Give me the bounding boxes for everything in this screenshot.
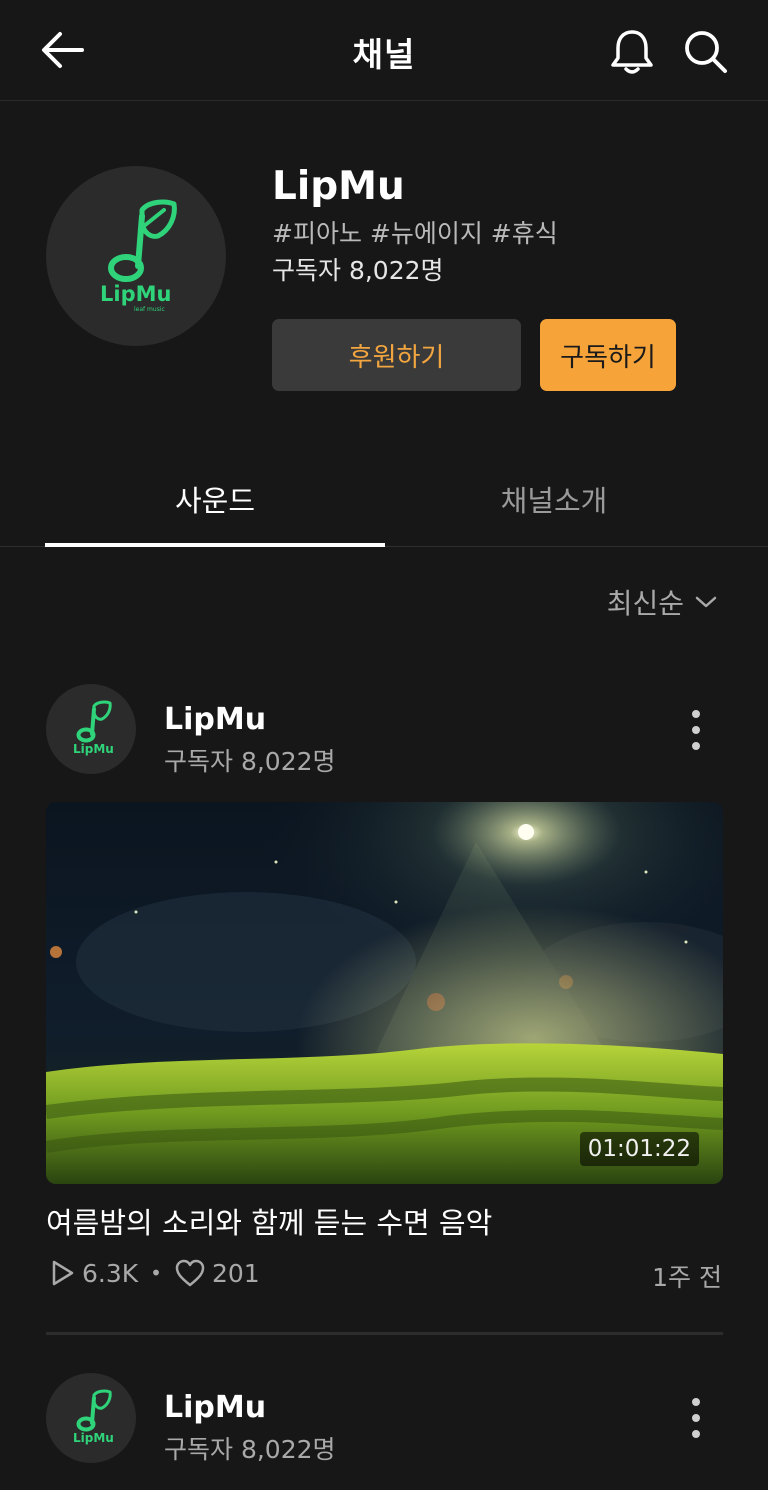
leaf-music-logo-icon: LipMu leaf music <box>100 199 177 313</box>
separator-dot: • <box>150 1261 162 1285</box>
channel-name: LipMu <box>272 164 405 209</box>
post-time: 1주 전 <box>652 1263 722 1292</box>
post-divider <box>46 1332 723 1335</box>
sponsor-button[interactable]: 후원하기 <box>272 319 521 391</box>
post-author-avatar[interactable]: LipMu <box>46 1373 136 1463</box>
post-stats: 6.3K • 201 <box>48 1258 260 1288</box>
post-author-name[interactable]: LipMu <box>164 1390 266 1425</box>
channel-tags: #피아노 #뉴에이지 #휴식 <box>272 219 558 248</box>
svg-text:LipMu: LipMu <box>73 742 114 756</box>
video-duration: 01:01:22 <box>579 1132 699 1166</box>
play-count: 6.3K <box>82 1258 139 1288</box>
video-thumbnail[interactable]: 01:01:22 <box>46 802 723 1184</box>
leaf-music-logo-icon: LipMu <box>73 700 114 756</box>
sort-label: 최신순 <box>606 587 684 620</box>
post-author-avatar[interactable]: LipMu <box>46 684 136 774</box>
play-icon <box>52 1260 74 1286</box>
chevron-down-icon <box>695 596 717 608</box>
svg-text:LipMu: LipMu <box>73 1431 114 1445</box>
more-options-icon[interactable] <box>680 708 712 752</box>
like-count: 201 <box>211 1258 260 1288</box>
post-author-subscribers: 구독자 8,022명 <box>164 1435 336 1464</box>
svg-text:leaf music: leaf music <box>134 306 165 313</box>
more-options-icon[interactable] <box>680 1396 712 1440</box>
app-header: 채널 <box>0 0 768 101</box>
post-author-name[interactable]: LipMu <box>164 702 266 737</box>
post-author-subscribers: 구독자 8,022명 <box>164 747 336 776</box>
leaf-music-logo-icon: LipMu <box>73 1389 114 1445</box>
search-icon[interactable] <box>680 26 730 76</box>
subscriber-count: 구독자 8,022명 <box>272 256 444 285</box>
active-tab-indicator <box>45 543 385 547</box>
tab-sound[interactable]: 사운드 <box>45 478 385 520</box>
post-title[interactable]: 여름밤의 소리와 함께 듣는 수면 음악 <box>46 1200 492 1242</box>
night-meadow-image <box>46 802 723 1184</box>
svg-text:LipMu: LipMu <box>100 282 171 306</box>
tab-channel-intro[interactable]: 채널소개 <box>384 478 724 520</box>
subscribe-button[interactable]: 구독하기 <box>540 319 676 391</box>
bell-icon[interactable] <box>606 26 658 76</box>
channel-avatar: LipMu leaf music <box>46 166 226 346</box>
heart-icon[interactable] <box>174 1258 206 1288</box>
sort-dropdown[interactable]: 최신순 <box>607 582 718 622</box>
